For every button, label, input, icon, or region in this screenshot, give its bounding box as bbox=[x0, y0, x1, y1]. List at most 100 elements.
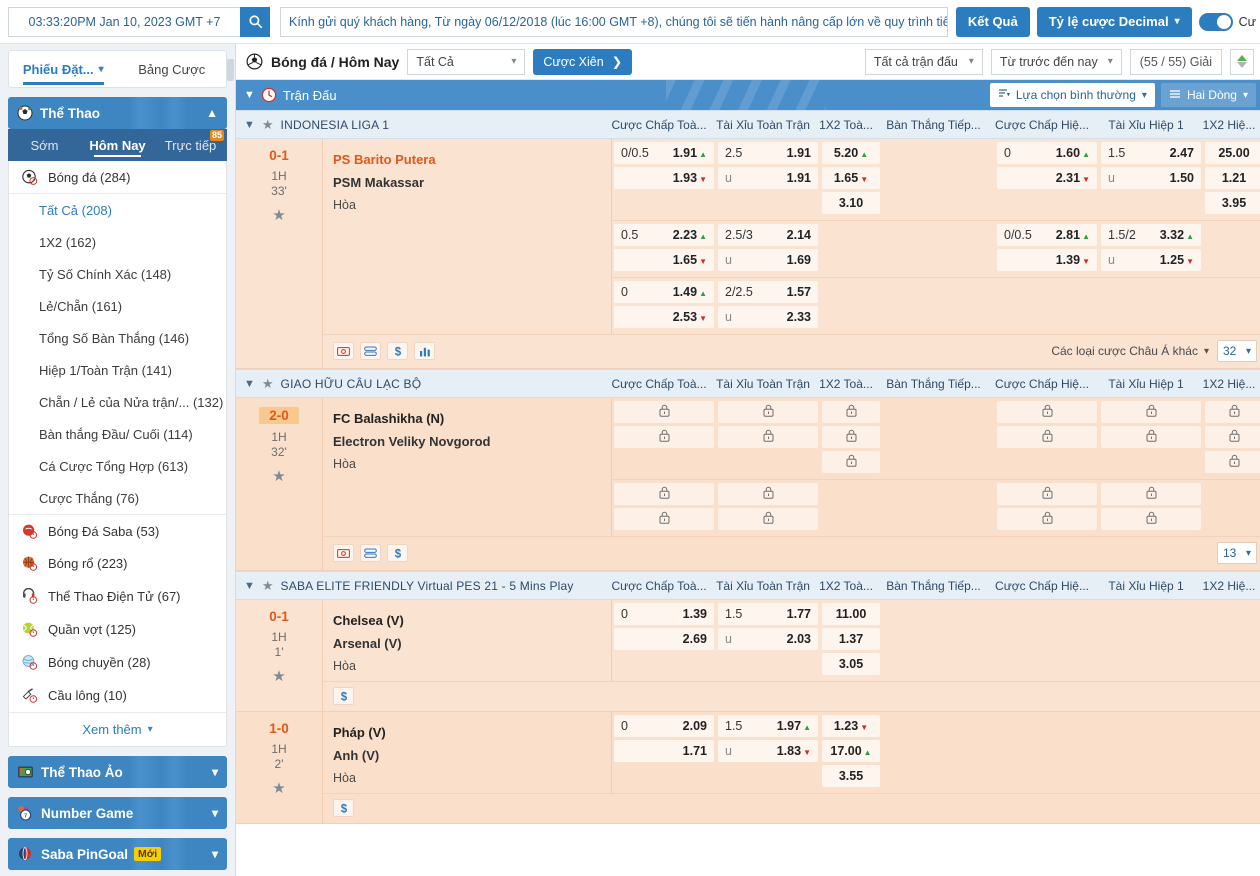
dollar-icon[interactable]: $ bbox=[333, 687, 354, 705]
odds-cell[interactable]: 2/2.51.57 bbox=[718, 281, 818, 303]
dollar-icon[interactable]: $ bbox=[387, 342, 408, 360]
odds-cell[interactable]: 3.05 bbox=[822, 653, 880, 675]
sidebar-subitem-correct-score[interactable]: Tỷ Số Chính Xác (148) bbox=[9, 258, 226, 290]
sidebar-item-esports[interactable]: Thể Thao Điện Tử (67) bbox=[9, 580, 226, 613]
stats-layers-icon[interactable] bbox=[360, 342, 381, 360]
sidebar-subitem-ht-ft[interactable]: Hiệp 1/Toàn Trận (141) bbox=[9, 354, 226, 386]
team-home[interactable]: FC Balashikha (N) bbox=[333, 407, 611, 430]
league-header[interactable]: ▼ ★ INDONESIA LIGA 1 Cược Chấp Toà... Tà… bbox=[236, 110, 1260, 139]
leagues-count-button[interactable]: (55 / 55) Giải bbox=[1130, 49, 1222, 75]
favorite-star-icon[interactable]: ★ bbox=[272, 667, 285, 685]
chevron-down-icon[interactable]: ▼ bbox=[244, 119, 255, 131]
odds-cell[interactable]: u2.33 bbox=[718, 306, 818, 328]
dollar-icon[interactable]: $ bbox=[333, 799, 354, 817]
sort-order-toggle[interactable] bbox=[1230, 49, 1254, 75]
odds-cell[interactable]: 2.53▼ bbox=[614, 306, 714, 328]
sidebar-resize-handle[interactable] bbox=[227, 59, 234, 81]
odds-cell[interactable]: 2.69 bbox=[614, 628, 714, 650]
sidebar-item-saba-football[interactable]: Bóng Đá Saba (53) bbox=[9, 514, 226, 547]
sidebar-panel-saba-pingoal[interactable]: Saba PinGoal Mới ▾ bbox=[8, 838, 227, 870]
odds-cell[interactable]: 25.00 bbox=[1205, 142, 1260, 164]
sidebar-subitem-odd-even[interactable]: Lẻ/Chẵn (161) bbox=[9, 290, 226, 322]
sidebar-item-tennis[interactable]: Quần vợt (125) bbox=[9, 613, 226, 646]
tab-bet-slip[interactable]: Phiếu Đặt... ▾ bbox=[9, 51, 118, 87]
favorite-star-icon[interactable]: ★ bbox=[272, 467, 285, 485]
odds-cell[interactable]: u1.69 bbox=[718, 249, 818, 271]
sidebar-item-basketball[interactable]: Bóng rổ (223) bbox=[9, 547, 226, 580]
team-away[interactable]: Anh (V) bbox=[333, 744, 611, 767]
sidebar-subitem-total-goals[interactable]: Tổng Số Bàn Thắng (146) bbox=[9, 322, 226, 354]
rows-option-dropdown[interactable]: Hai Dòng ▾ bbox=[1161, 83, 1256, 107]
team-away[interactable]: Electron Veliky Novgorod bbox=[333, 430, 611, 453]
other-asian-bets-dropdown[interactable]: Các loại cược Châu Á khác ▾ bbox=[1051, 344, 1209, 358]
search-icon[interactable] bbox=[240, 7, 270, 37]
odds-cell[interactable]: 1.51.97▲ bbox=[718, 715, 818, 737]
sidebar-subitem-first-last-goal[interactable]: Bàn thắng Đầu/ Cuối (114) bbox=[9, 418, 226, 450]
sidebar-item-football[interactable]: Bóng đá (284) bbox=[9, 161, 226, 194]
odds-cell[interactable]: 1.5/23.32▲ bbox=[1101, 224, 1201, 246]
sidebar-panel-number-game[interactable]: 7 Number Game ▾ bbox=[8, 797, 227, 829]
more-markets-count[interactable]: 32 ▾ bbox=[1217, 340, 1257, 362]
odds-cell[interactable]: 11.00 bbox=[822, 603, 880, 625]
results-button[interactable]: Kết Quả bbox=[956, 7, 1030, 37]
odds-cell[interactable]: 01.39 bbox=[614, 603, 714, 625]
odds-cell[interactable]: 01.49▲ bbox=[614, 281, 714, 303]
chevron-down-icon[interactable]: ▼ bbox=[244, 580, 255, 592]
chevron-down-icon[interactable]: ▼ bbox=[244, 378, 255, 390]
odds-cell[interactable]: 1.23▼ bbox=[822, 715, 880, 737]
team-away[interactable]: PSM Makassar bbox=[333, 171, 611, 194]
parlay-button[interactable]: Cược Xiên ❯ bbox=[533, 49, 632, 75]
odds-cell[interactable]: u1.50 bbox=[1101, 167, 1201, 189]
category-filter-dropdown[interactable]: Tất Cả ▾ bbox=[407, 49, 525, 75]
sidebar-subitem-1x2[interactable]: 1X2 (162) bbox=[9, 226, 226, 258]
odds-cell[interactable]: 0.52.23▲ bbox=[614, 224, 714, 246]
collapse-all-chevron-icon[interactable]: ▼ bbox=[244, 89, 255, 101]
odds-cell[interactable]: u1.25▼ bbox=[1101, 249, 1201, 271]
odds-cell[interactable]: 1.65▼ bbox=[822, 167, 880, 189]
sidebar-panel-sports[interactable]: Thể Thao ▲ bbox=[8, 97, 227, 129]
sidebar-subitem-all[interactable]: Tất Cả (208) bbox=[9, 194, 226, 226]
odds-cell[interactable]: 1.21 bbox=[1205, 167, 1260, 189]
odds-cell[interactable]: 0/0.51.91▲ bbox=[614, 142, 714, 164]
sport-tab-live[interactable]: Trực tiếp 85 bbox=[154, 129, 227, 161]
live-toggle[interactable] bbox=[1199, 13, 1233, 31]
odds-cell[interactable]: u1.91 bbox=[718, 167, 818, 189]
bar-chart-icon[interactable] bbox=[414, 342, 435, 360]
odds-cell[interactable]: 01.60▲ bbox=[997, 142, 1097, 164]
sidebar-item-volleyball[interactable]: Bóng chuyền (28) bbox=[9, 646, 226, 679]
favorite-star-icon[interactable]: ★ bbox=[262, 117, 274, 133]
sidebar-subitem-mix-parlay[interactable]: Cá Cược Tổng Hợp (613) bbox=[9, 450, 226, 482]
odds-format-dropdown[interactable]: Tỷ lệ cược Decimal ▾ bbox=[1037, 7, 1192, 37]
league-header[interactable]: ▼ ★ SABA ELITE FRIENDLY Virtual PES 21 -… bbox=[236, 571, 1260, 600]
sidebar-subitem-half-odd-even[interactable]: Chẵn / Lẻ của Nửa trận/... (132) bbox=[9, 386, 226, 418]
odds-cell[interactable]: 02.09 bbox=[614, 715, 714, 737]
odds-cell[interactable]: 17.00▲ bbox=[822, 740, 880, 762]
odds-cell[interactable]: 1.93▼ bbox=[614, 167, 714, 189]
more-markets-count[interactable]: 13 ▾ bbox=[1217, 542, 1257, 564]
view-option-dropdown[interactable]: Lựa chọn bình thường ▾ bbox=[990, 83, 1155, 107]
favorite-star-icon[interactable]: ★ bbox=[262, 376, 274, 392]
odds-cell[interactable]: 0/0.52.81▲ bbox=[997, 224, 1097, 246]
favorite-star-icon[interactable]: ★ bbox=[272, 779, 285, 797]
odds-cell[interactable]: 1.37 bbox=[822, 628, 880, 650]
cashout-icon[interactable] bbox=[333, 342, 354, 360]
odds-cell[interactable]: 2.51.91 bbox=[718, 142, 818, 164]
team-home[interactable]: Chelsea (V) bbox=[333, 609, 611, 632]
live-toggle-group[interactable]: Cư bbox=[1199, 13, 1256, 31]
odds-cell[interactable]: 1.51.77 bbox=[718, 603, 818, 625]
see-more-button[interactable]: Xem thêm ▾ bbox=[9, 712, 226, 746]
sport-tab-early[interactable]: Sớm bbox=[8, 129, 81, 161]
odds-cell[interactable]: 3.95 bbox=[1205, 192, 1260, 214]
league-header[interactable]: ▼ ★ GIAO HỮU CÂU LẠC BỘ Cược Chấp Toà...… bbox=[236, 369, 1260, 398]
odds-cell[interactable]: 2.5/32.14 bbox=[718, 224, 818, 246]
sidebar-item-badminton[interactable]: Cầu lông (10) bbox=[9, 679, 226, 712]
odds-cell[interactable]: 1.52.47 bbox=[1101, 142, 1201, 164]
stats-layers-icon[interactable] bbox=[360, 544, 381, 562]
cashout-icon[interactable] bbox=[333, 544, 354, 562]
odds-cell[interactable]: 5.20▲ bbox=[822, 142, 880, 164]
odds-cell[interactable]: 3.55 bbox=[822, 765, 880, 787]
odds-cell[interactable]: 2.31▼ bbox=[997, 167, 1097, 189]
tab-bet-list[interactable]: Bảng Cược bbox=[118, 51, 227, 87]
match-filter-dropdown[interactable]: Tất cả trận đấu ▾ bbox=[865, 49, 983, 75]
favorite-star-icon[interactable]: ★ bbox=[262, 578, 274, 594]
